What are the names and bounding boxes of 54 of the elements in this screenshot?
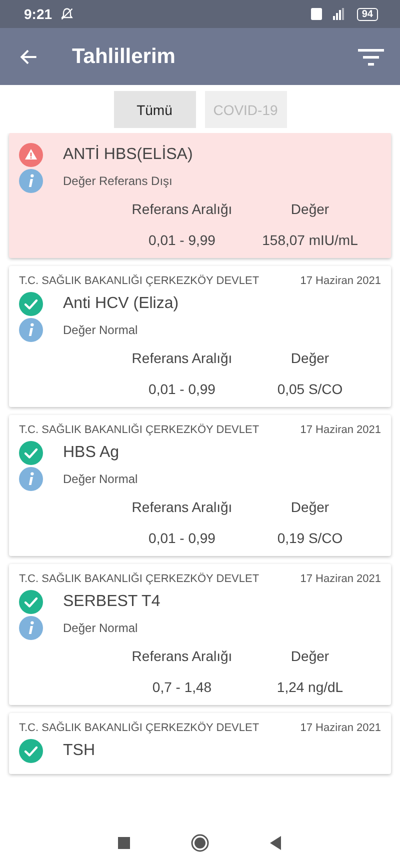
institution-name: T.C. SAĞLIK BAKANLIĞI ÇERKEZKÖY DEVLET [19, 722, 260, 734]
result-value: 0,05 S/CO [276, 381, 344, 397]
check-icon [19, 441, 43, 465]
range-label: Referans Aralığı [130, 350, 234, 366]
result-date: 17 Haziran 2021 [300, 573, 381, 585]
range-label: Referans Aralığı [130, 499, 234, 515]
reference-range: 0,7 - 1,48 [151, 679, 213, 695]
value-label: Değer [290, 648, 330, 664]
check-icon [19, 739, 43, 763]
result-note: Değer Normal [63, 472, 138, 486]
check-icon [19, 292, 43, 316]
result-card[interactable]: T.C. SAĞLIK BAKANLIĞI ÇERKEZKÖY DEVLET 17 Haziran 2021 HBS Ag Değer Normal Referans Aralığı Değer 0,01 - 0,99 0,19 S/CO [9, 415, 391, 556]
test-name: ANTİ HBS(ELİSA) [63, 146, 193, 164]
result-value: 1,24 ng/dL [276, 679, 344, 695]
result-value: 0,19 S/CO [276, 530, 344, 546]
test-name: Anti HCV (Eliza) [63, 295, 179, 313]
result-card[interactable]: T.C. SAĞLIK BAKANLIĞI ÇERKEZKÖY DEVLET 17 Haziran 2021 SERBEST T4 Değer Normal Referans Aralığı Değer 0,7 - 1,48 1,24 ng/dL [9, 564, 391, 705]
info-icon[interactable] [19, 318, 43, 342]
test-name: TSH [63, 742, 95, 760]
info-icon[interactable] [19, 169, 43, 193]
check-icon [19, 590, 43, 614]
filter-tab[interactable]: Tümü [114, 91, 196, 128]
result-card[interactable]: T.C. SAĞLIK BAKANLIĞI ÇERKEZKÖY DEVLET 17 Haziran 2021 TSH [9, 713, 391, 774]
reference-range: 0,01 - 0,99 [148, 530, 216, 546]
info-icon[interactable] [19, 616, 43, 640]
result-value: 158,07 mIU/mL [261, 232, 359, 248]
result-date: 17 Haziran 2021 [300, 275, 381, 287]
result-note: Değer Normal [63, 621, 138, 635]
value-label: Değer [290, 350, 330, 366]
battery-level: 94 [356, 8, 378, 20]
info-icon[interactable] [19, 467, 43, 491]
result-date: 17 Haziran 2021 [300, 722, 381, 734]
muted-bell-icon [60, 7, 74, 21]
test-name: SERBEST T4 [63, 593, 160, 611]
institution-name: T.C. SAĞLIK BAKANLIĞI ÇERKEZKÖY DEVLET [19, 275, 260, 287]
result-card[interactable]: T.C. SAĞLIK BAKANLIĞI ÇERKEZKÖY DEVLET 17 Haziran 2021 Anti HCV (Eliza) Değer Normal Referans Aralığı Değer 0,01 - 0,99 0,05 S/CO [9, 266, 391, 407]
value-label: Değer [290, 499, 330, 515]
test-name: HBS Ag [63, 444, 120, 462]
status-time: 9:21 [24, 6, 52, 22]
result-card[interactable]: ANTİ HBS(ELİSA) Değer Referans Dışı Referans Aralığı Değer 0,01 - 9,99 158,07 mIU/mL [9, 133, 391, 258]
screen-title: Tahlillerim [72, 44, 176, 68]
result-note: Değer Normal [63, 323, 138, 337]
home-icon[interactable] [191, 834, 209, 852]
reference-range: 0,01 - 0,99 [148, 381, 216, 397]
institution-name: T.C. SAĞLIK BAKANLIĞI ÇERKEZKÖY DEVLET [19, 573, 260, 585]
value-label: Değer [290, 201, 330, 217]
reference-range: 0,01 - 9,99 [148, 232, 216, 248]
warning-icon [19, 143, 43, 167]
range-label: Referans Aralığı [130, 648, 234, 664]
result-note: Değer Referans Dışı [63, 174, 172, 188]
recents-icon[interactable] [115, 834, 133, 852]
result-date: 17 Haziran 2021 [300, 424, 381, 436]
range-label: Referans Aralığı [130, 201, 234, 217]
institution-name: T.C. SAĞLIK BAKANLIĞI ÇERKEZKÖY DEVLET [19, 424, 260, 436]
